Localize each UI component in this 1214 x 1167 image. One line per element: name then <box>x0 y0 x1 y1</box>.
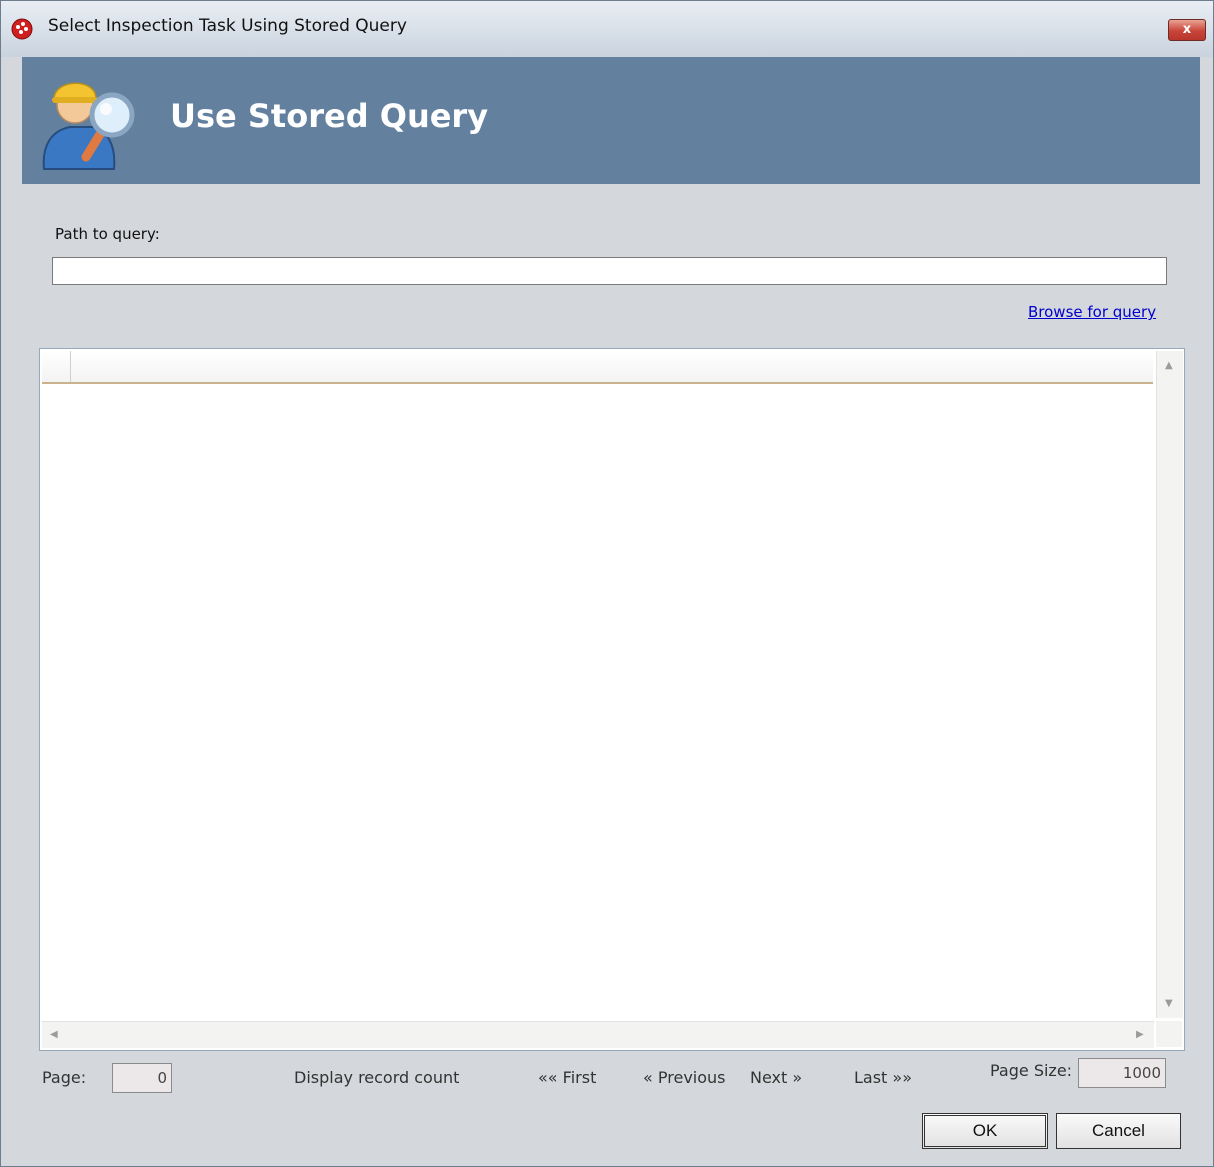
window-title: Select Inspection Task Using Stored Quer… <box>48 16 407 36</box>
close-icon: x <box>1182 22 1192 37</box>
dialog-window: Select Inspection Task Using Stored Quer… <box>0 0 1214 1167</box>
browse-for-query-link[interactable]: Browse for query <box>1028 303 1156 321</box>
display-record-count-link[interactable]: Display record count <box>294 1068 459 1087</box>
app-icon <box>11 18 33 40</box>
page-size-label: Page Size: <box>990 1061 1073 1080</box>
header-banner: Use Stored Query <box>22 57 1200 184</box>
close-button[interactable]: x <box>1168 19 1206 41</box>
path-label: Path to query: <box>55 225 160 243</box>
vertical-scrollbar[interactable]: ▲ ▼ <box>1156 351 1183 1018</box>
results-grid[interactable]: ▲ ▼ ◀ ▶ <box>39 348 1185 1051</box>
scroll-left-icon[interactable]: ◀ <box>50 1030 58 1040</box>
scroll-up-icon[interactable]: ▲ <box>1165 361 1173 371</box>
previous-page-link[interactable]: « Previous <box>643 1068 726 1087</box>
grid-header-cell[interactable] <box>42 351 71 382</box>
ok-button[interactable]: OK <box>922 1113 1048 1149</box>
last-page-link[interactable]: Last »» <box>854 1068 912 1087</box>
scroll-right-icon[interactable]: ▶ <box>1136 1030 1144 1040</box>
page-label: Page: <box>42 1068 87 1087</box>
horizontal-scrollbar[interactable]: ◀ ▶ <box>42 1021 1154 1048</box>
grid-header <box>42 351 1153 384</box>
banner-title: Use Stored Query <box>170 97 489 135</box>
inspector-magnifier-icon <box>42 82 135 170</box>
title-bar[interactable]: Select Inspection Task Using Stored Quer… <box>1 1 1213 57</box>
cancel-button[interactable]: Cancel <box>1056 1113 1181 1149</box>
first-page-link[interactable]: «« First <box>538 1068 596 1087</box>
path-input[interactable] <box>52 257 1167 285</box>
page-number-field[interactable]: 0 <box>112 1063 172 1093</box>
page-size-field[interactable]: 1000 <box>1078 1058 1166 1088</box>
scrollbar-corner <box>1156 1021 1182 1047</box>
next-page-link[interactable]: Next » <box>750 1068 802 1087</box>
scroll-down-icon[interactable]: ▼ <box>1165 999 1173 1009</box>
